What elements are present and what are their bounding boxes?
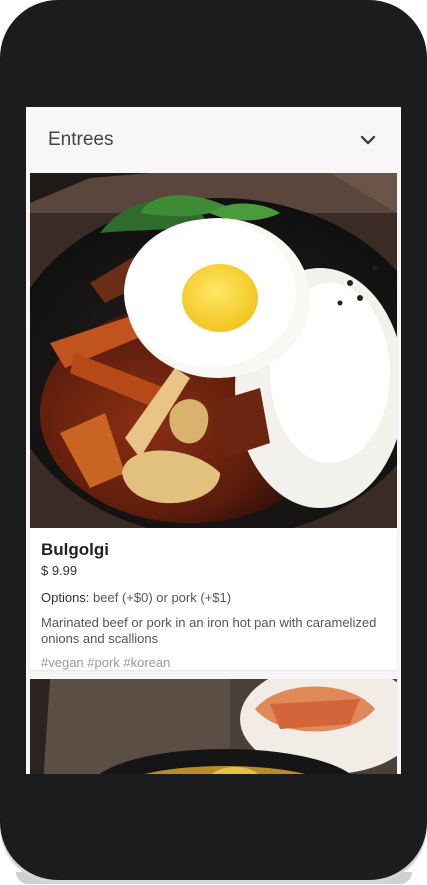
options-value: beef (+$0) or pork (+$1) <box>93 590 232 605</box>
phone-frame: Entrees Bulgolgi $ 9.99 Options: beef (+… <box>0 0 427 880</box>
menu-item-card[interactable] <box>30 679 397 774</box>
dish-price: $ 9.99 <box>41 563 78 578</box>
category-header[interactable]: Entrees <box>26 107 401 173</box>
dish-tags: #vegan #pork #korean <box>41 655 171 670</box>
menu-item-details: Bulgolgi $ 9.99 Options: beef (+$0) or p… <box>30 528 397 670</box>
menu-item-card[interactable]: Bulgolgi $ 9.99 Options: beef (+$0) or p… <box>30 173 397 670</box>
category-title: Entrees <box>48 129 114 150</box>
dish-description: Marinated beef or pork in an iron hot pa… <box>41 615 377 646</box>
dish-options: Options: beef (+$0) or pork (+$1) <box>41 590 386 605</box>
app-screen: Entrees Bulgolgi $ 9.99 Options: beef (+… <box>26 107 401 774</box>
chevron-down-icon[interactable] <box>357 129 379 151</box>
dish-photo <box>30 679 397 774</box>
dish-photo <box>30 173 397 528</box>
options-label: Options: <box>41 590 90 605</box>
dish-name: Bulgolgi <box>41 540 109 559</box>
